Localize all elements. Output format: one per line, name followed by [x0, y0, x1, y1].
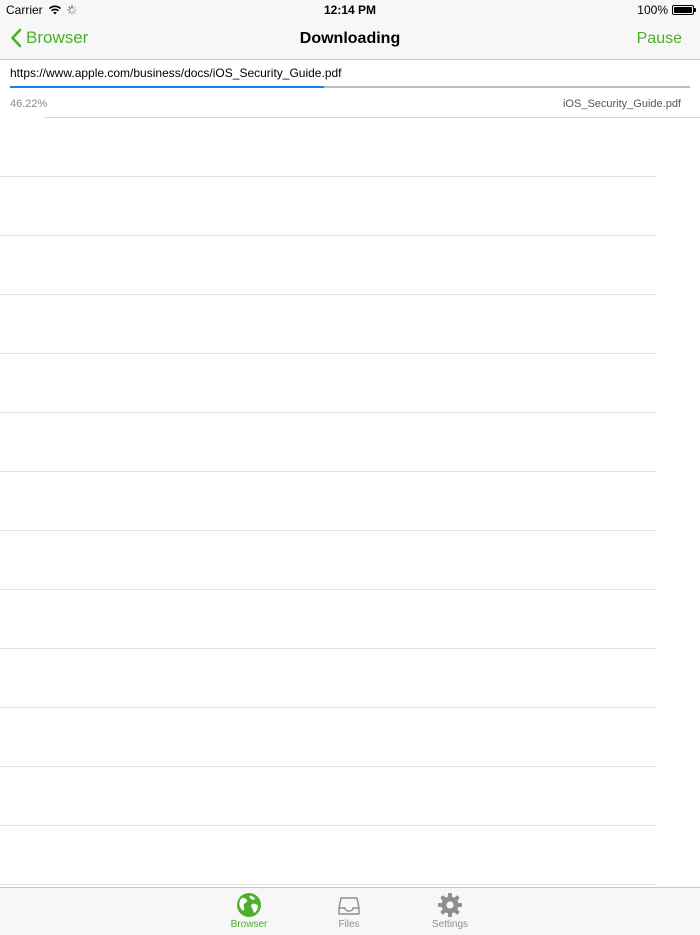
- tab-bar: Browser Files Settings: [0, 887, 700, 935]
- download-filename: iOS_Security_Guide.pdf: [562, 98, 681, 110]
- page-title: Downloading: [299, 30, 401, 47]
- tab-files-label: Files: [338, 919, 360, 930]
- list-item: [0, 472, 656, 531]
- status-right: 100%: [637, 3, 696, 17]
- list-item: [0, 826, 656, 885]
- list-item: [0, 295, 656, 354]
- status-bar: Carrier 12:14 PM 100%: [0, 0, 700, 20]
- nav-bar: Browser Downloading Pause: [0, 20, 700, 60]
- tab-settings-label: Settings: [431, 919, 469, 930]
- globe-icon: [237, 893, 261, 917]
- battery-icon: [672, 5, 696, 15]
- list-item: [0, 236, 656, 295]
- pause-button[interactable]: Pause: [637, 30, 682, 48]
- download-progress-fill: [10, 86, 325, 88]
- list-item: [0, 531, 656, 590]
- list-item: [0, 177, 656, 236]
- tab-browser[interactable]: Browser: [219, 891, 279, 930]
- list-item: [0, 590, 656, 649]
- tab-browser-label: Browser: [230, 919, 268, 930]
- list-item: [0, 708, 656, 767]
- tab-settings[interactable]: Settings: [420, 891, 480, 930]
- list-item: [0, 767, 656, 826]
- tray-icon: [338, 897, 360, 915]
- battery-fill: [674, 7, 692, 13]
- list-item: [0, 413, 656, 472]
- battery-percent: 100%: [637, 3, 668, 17]
- list-item: [0, 354, 656, 413]
- download-percent: 46.22%: [10, 98, 48, 110]
- status-time: 12:14 PM: [323, 3, 377, 17]
- download-list: [0, 118, 700, 885]
- download-progress-bar: [10, 86, 690, 88]
- gear-icon: [438, 893, 462, 917]
- list-item: [0, 118, 656, 177]
- download-url: https://www.apple.com/business/docs/iOS_…: [10, 66, 342, 80]
- tab-files[interactable]: Files: [319, 891, 379, 930]
- list-item: [0, 649, 656, 708]
